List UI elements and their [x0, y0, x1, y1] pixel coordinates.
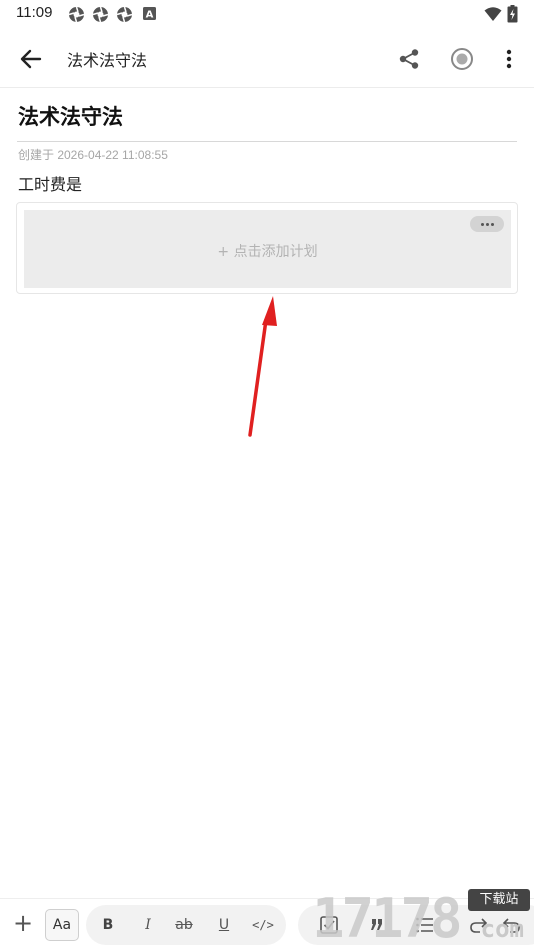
status-bar: 11:09 A [0, 0, 534, 28]
toolbar-title: 法术法守法 [67, 51, 148, 70]
plan-more-button[interactable] [470, 216, 504, 232]
app-toolbar: 法术法守法 [0, 30, 534, 88]
aperture-icon [68, 6, 85, 23]
watermark-badge: 下载站 [468, 889, 530, 911]
watermark-suffix: com [480, 915, 524, 943]
share-icon [399, 49, 419, 69]
bold-button[interactable]: B [100, 915, 116, 935]
aperture-icon [92, 6, 109, 23]
code-button[interactable]: </> [250, 915, 276, 935]
more-horiz-icon [480, 222, 484, 226]
wifi-icon [484, 7, 502, 21]
more-horiz-icon [485, 222, 489, 226]
arrow-left-icon [20, 49, 42, 69]
title-divider [17, 141, 517, 142]
underline-button[interactable]: U [216, 915, 232, 935]
text-format-group: B I ab U </> [86, 905, 286, 945]
back-button[interactable] [14, 42, 48, 76]
more-options-button[interactable] [492, 42, 526, 76]
record-button[interactable] [445, 42, 479, 76]
italic-button[interactable]: I [140, 915, 156, 935]
record-icon [451, 48, 473, 70]
font-style-button[interactable]: Aa [45, 909, 79, 941]
share-button[interactable] [392, 42, 426, 76]
note-title[interactable]: 法术法守法 [18, 101, 123, 131]
aperture-icon [116, 6, 133, 23]
battery-charging-icon [507, 5, 518, 23]
strikethrough-button[interactable]: ab [172, 915, 196, 935]
a-letter-icon: A [143, 7, 156, 20]
note-body-text[interactable]: 工时费是 [18, 171, 82, 195]
add-plan-label: + 点击添加计划 [217, 244, 318, 260]
more-horiz-icon [490, 222, 494, 226]
plan-card: + 点击添加计划 [16, 202, 518, 294]
add-plan-area[interactable]: + 点击添加计划 [24, 210, 511, 288]
watermark-digits: 17178 [312, 887, 463, 950]
insert-button[interactable]: + [10, 909, 36, 939]
site-watermark: 17178 下载站 com [312, 885, 534, 950]
status-time: 11:09 [16, 4, 53, 21]
annotation-arrow [248, 296, 277, 437]
svg-text:A: A [146, 10, 154, 21]
more-vert-icon [506, 49, 512, 69]
created-timestamp: 创建于 2026-04-22 11:08:55 [18, 148, 168, 162]
